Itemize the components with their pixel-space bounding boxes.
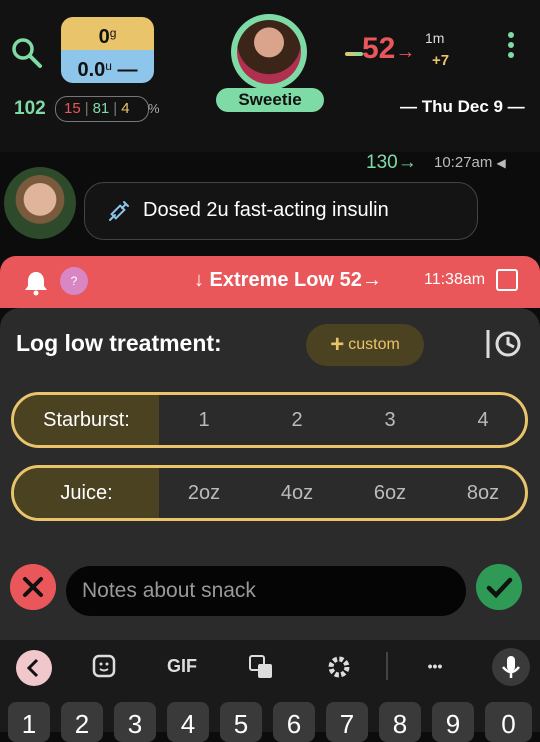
profile-name[interactable]: Sweetie (216, 88, 324, 112)
juice-option-2oz[interactable]: 2oz (174, 468, 234, 518)
time-in-range: 15 | 81 | 4 (55, 96, 149, 122)
search-icon[interactable] (10, 36, 44, 70)
juice-row: Juice: 2oz 4oz 6oz 8oz (11, 465, 528, 521)
key-1[interactable]: 1 (8, 702, 50, 742)
translate-icon[interactable] (248, 654, 274, 680)
starburst-option-3[interactable]: 3 (360, 395, 420, 445)
starburst-option-1[interactable]: 1 (174, 395, 234, 445)
tir-percent-sign: % (148, 101, 160, 116)
bell-icon[interactable] (22, 269, 50, 297)
toolbar-divider (386, 652, 388, 680)
alert-banner[interactable]: ? ↓ Extreme Low 52→ 11:38am (0, 256, 540, 308)
profile-avatar[interactable] (231, 14, 307, 90)
settings-gear-icon[interactable] (326, 654, 352, 680)
notes-input[interactable] (66, 566, 466, 616)
juice-option-8oz[interactable]: 8oz (453, 468, 513, 518)
sticker-icon[interactable] (92, 654, 116, 678)
microphone-icon[interactable] (492, 648, 530, 686)
message-text: Dosed 2u fast-acting insulin (143, 199, 389, 221)
reading-age: 1m (425, 30, 445, 46)
gif-button[interactable]: GIF (160, 650, 204, 682)
help-badge[interactable]: ? (60, 267, 88, 295)
overflow-menu-icon[interactable] (506, 32, 516, 62)
starburst-row: Starburst: 1 2 3 4 (11, 392, 528, 448)
more-options-icon[interactable]: ••• (412, 650, 458, 682)
juice-label: Juice: (14, 468, 159, 518)
key-7[interactable]: 7 (326, 702, 368, 742)
key-6[interactable]: 6 (273, 702, 315, 742)
current-bg: 52→ (362, 32, 416, 65)
tir-high: 4 (121, 100, 130, 117)
bg-delta: +7 (432, 52, 450, 69)
average-bg: 102 (14, 98, 46, 119)
key-2[interactable]: 2 (61, 702, 103, 742)
child-photo (237, 20, 301, 84)
carbs-value[interactable]: 0g (61, 17, 154, 50)
custom-button[interactable]: + custom (306, 324, 424, 366)
keyboard-back-icon[interactable] (16, 650, 52, 686)
panel-title: Log low treatment: (16, 330, 222, 356)
key-5[interactable]: 5 (220, 702, 262, 742)
cancel-button[interactable] (10, 564, 56, 610)
syringe-icon (109, 201, 129, 221)
history-icon[interactable] (484, 326, 524, 362)
user-avatar[interactable] (4, 167, 76, 239)
open-external-icon[interactable] (496, 269, 518, 291)
key-9[interactable]: 9 (432, 702, 474, 742)
starburst-label: Starburst: (14, 395, 159, 445)
feed-time: 10:27am ◀ (434, 154, 506, 171)
tir-in-range: 81 (92, 100, 110, 117)
alert-time: 11:38am (424, 271, 486, 288)
header-bar: 0g 0.0u — Sweetie 52→ 1m +7 102 15 | 81 | 4 … (0, 0, 540, 152)
key-0[interactable]: 0 (485, 702, 532, 742)
starburst-option-2[interactable]: 2 (267, 395, 327, 445)
key-3[interactable]: 3 (114, 702, 156, 742)
starburst-option-4[interactable]: 4 (453, 395, 513, 445)
juice-option-6oz[interactable]: 6oz (360, 468, 420, 518)
plus-icon: + (330, 331, 345, 358)
key-4[interactable]: 4 (167, 702, 209, 742)
feed-reading: 130→ (366, 152, 417, 173)
tir-low: 15 (64, 100, 81, 117)
date-label: — Thu Dec 9 — (400, 97, 525, 116)
carb-insulin-entry[interactable]: 0g 0.0u — (61, 17, 154, 83)
insulin-value[interactable]: 0.0u — (61, 50, 154, 83)
alert-message: ↓ Extreme Low 52→ (194, 269, 382, 291)
confirm-button[interactable] (476, 564, 522, 610)
message-bubble[interactable]: Dosed 2u fast-acting insulin (84, 182, 478, 240)
juice-option-4oz[interactable]: 4oz (267, 468, 327, 518)
key-8[interactable]: 8 (379, 702, 421, 742)
